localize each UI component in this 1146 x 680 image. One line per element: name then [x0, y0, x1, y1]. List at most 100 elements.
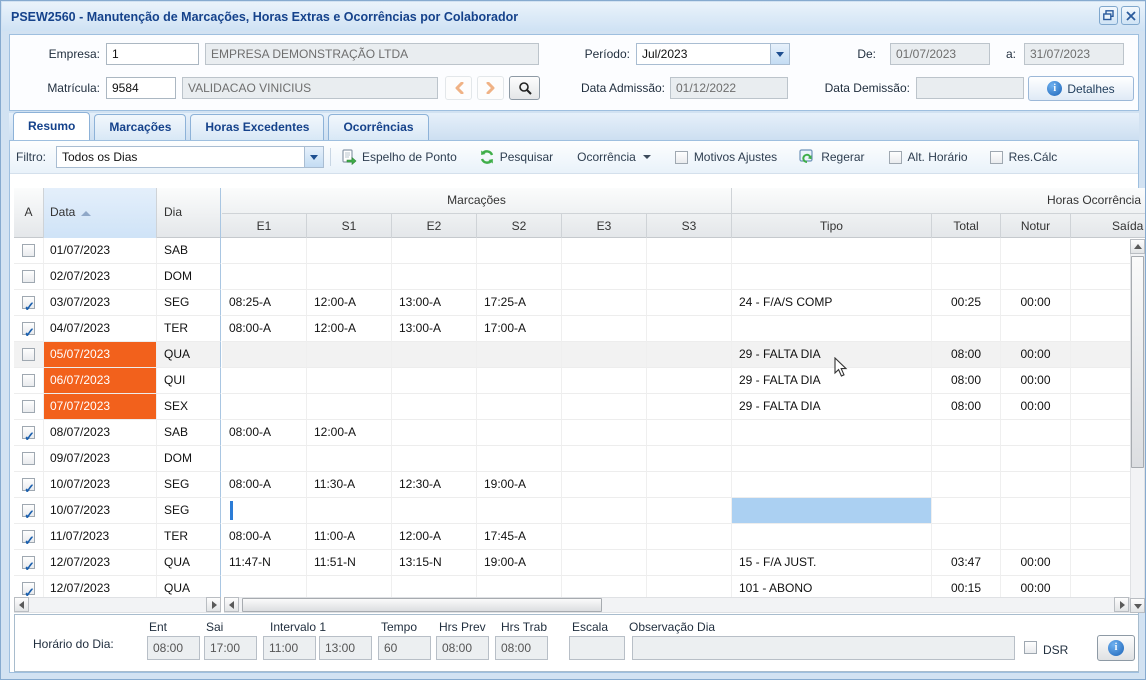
cell-saida[interactable]	[1071, 290, 1130, 316]
table-row[interactable]: 12/07/2023QUA11:47-N11:51-N13:15-N19:00-…	[14, 550, 1130, 576]
cell-s1[interactable]	[307, 576, 392, 597]
cell-s2[interactable]: 17:00-A	[477, 316, 562, 342]
cell-select[interactable]	[14, 550, 44, 576]
cell-e3[interactable]	[562, 394, 647, 420]
cell-data[interactable]: 10/07/2023	[44, 472, 157, 498]
cell-e3[interactable]	[562, 524, 647, 550]
cell-s2[interactable]	[477, 368, 562, 394]
cell-e3[interactable]	[562, 550, 647, 576]
cell-select[interactable]	[14, 498, 44, 524]
cell-saida[interactable]	[1071, 550, 1130, 576]
cell-s3[interactable]	[647, 290, 732, 316]
cell-data[interactable]: 07/07/2023	[44, 394, 157, 420]
row-checkbox[interactable]	[22, 348, 35, 361]
cell-e1[interactable]	[222, 576, 307, 597]
cell-notur[interactable]: 00:00	[1001, 368, 1071, 394]
row-checkbox[interactable]	[22, 504, 35, 517]
cell-tipo[interactable]	[732, 264, 932, 290]
scroll-right-icon[interactable]	[1114, 597, 1129, 612]
cell-s3[interactable]	[647, 394, 732, 420]
cell-e2[interactable]: 12:30-A	[392, 472, 477, 498]
cell-e1[interactable]	[222, 394, 307, 420]
cell-data[interactable]: 03/07/2023	[44, 290, 157, 316]
cell-select[interactable]	[14, 238, 44, 264]
cell-tipo[interactable]	[732, 238, 932, 264]
res-calc-checkbox[interactable]	[990, 151, 1003, 164]
cell-tipo[interactable]	[732, 524, 932, 550]
row-checkbox[interactable]	[22, 582, 35, 595]
cell-tipo[interactable]	[732, 316, 932, 342]
cell-s3[interactable]	[647, 524, 732, 550]
cell-total[interactable]: 03:47	[932, 550, 1001, 576]
cell-saida[interactable]	[1071, 264, 1130, 290]
cell-saida[interactable]	[1071, 498, 1130, 524]
cell-s3[interactable]	[647, 576, 732, 597]
cell-s1[interactable]: 11:30-A	[307, 472, 392, 498]
cell-s3[interactable]	[647, 238, 732, 264]
cell-select[interactable]	[14, 264, 44, 290]
cell-e1[interactable]: 08:00-A	[222, 472, 307, 498]
cell-e1[interactable]	[222, 446, 307, 472]
table-row[interactable]: 01/07/2023SAB	[14, 238, 1130, 264]
cell-select[interactable]	[14, 342, 44, 368]
cell-e2[interactable]	[392, 420, 477, 446]
column-header-e3[interactable]: E3	[562, 213, 647, 238]
cell-s3[interactable]	[647, 550, 732, 576]
cell-e1[interactable]: 08:00-A	[222, 524, 307, 550]
cell-s2[interactable]	[477, 420, 562, 446]
cell-tipo[interactable]	[732, 472, 932, 498]
cell-e3[interactable]	[562, 420, 647, 446]
matricula-input[interactable]: 9584	[106, 77, 176, 99]
row-checkbox[interactable]	[22, 374, 35, 387]
cell-notur[interactable]: 00:00	[1001, 290, 1071, 316]
cell-data[interactable]: 02/07/2023	[44, 264, 157, 290]
cell-s3[interactable]	[647, 420, 732, 446]
cell-s2[interactable]: 19:00-A	[477, 550, 562, 576]
cell-select[interactable]	[14, 316, 44, 342]
row-checkbox[interactable]	[22, 322, 35, 335]
cell-saida[interactable]	[1071, 368, 1130, 394]
cell-dia[interactable]: SAB	[157, 420, 221, 446]
cell-tipo[interactable]: 29 - FALTA DIA	[732, 368, 932, 394]
cell-s2[interactable]	[477, 342, 562, 368]
cell-e1[interactable]: 11:47-N	[222, 550, 307, 576]
cell-tipo[interactable]	[732, 446, 932, 472]
cell-total[interactable]: 00:25	[932, 290, 1001, 316]
cell-tipo[interactable]	[732, 498, 932, 524]
cell-dia[interactable]: QUA	[157, 550, 221, 576]
cell-e3[interactable]	[562, 264, 647, 290]
cell-tipo[interactable]: 29 - FALTA DIA	[732, 342, 932, 368]
cell-s3[interactable]	[647, 498, 732, 524]
row-checkbox[interactable]	[22, 452, 35, 465]
cell-s1[interactable]: 11:00-A	[307, 524, 392, 550]
cell-e2[interactable]	[392, 342, 477, 368]
cell-e3[interactable]	[562, 316, 647, 342]
table-row[interactable]: 10/07/2023SEG	[14, 498, 1130, 524]
vertical-scrollbar[interactable]	[1130, 239, 1145, 613]
table-row[interactable]: 10/07/2023SEG08:00-A11:30-A12:30-A19:00-…	[14, 472, 1130, 498]
cell-s1[interactable]	[307, 238, 392, 264]
cell-saida[interactable]	[1071, 420, 1130, 446]
cell-select[interactable]	[14, 394, 44, 420]
row-checkbox[interactable]	[22, 244, 35, 257]
column-header-e1[interactable]: E1	[222, 213, 307, 238]
column-header-total[interactable]: Total	[932, 213, 1001, 238]
previous-employee-button[interactable]	[445, 76, 472, 100]
cell-notur[interactable]	[1001, 420, 1071, 446]
cell-notur[interactable]: 00:00	[1001, 576, 1071, 597]
cell-s2[interactable]	[477, 498, 562, 524]
row-checkbox[interactable]	[22, 296, 35, 309]
vertical-scroll-thumb[interactable]	[1131, 256, 1144, 468]
cell-s3[interactable]	[647, 446, 732, 472]
cell-select[interactable]	[14, 446, 44, 472]
cell-dia[interactable]: SEG	[157, 290, 221, 316]
ocorrencia-menu-button[interactable]: Ocorrência	[573, 150, 655, 164]
cell-e1[interactable]	[222, 498, 307, 524]
column-header-s1[interactable]: S1	[307, 213, 392, 238]
cell-e1[interactable]	[222, 238, 307, 264]
cell-s1[interactable]	[307, 342, 392, 368]
cell-total[interactable]	[932, 238, 1001, 264]
cell-select[interactable]	[14, 290, 44, 316]
cell-saida[interactable]	[1071, 238, 1130, 264]
cell-s3[interactable]	[647, 264, 732, 290]
